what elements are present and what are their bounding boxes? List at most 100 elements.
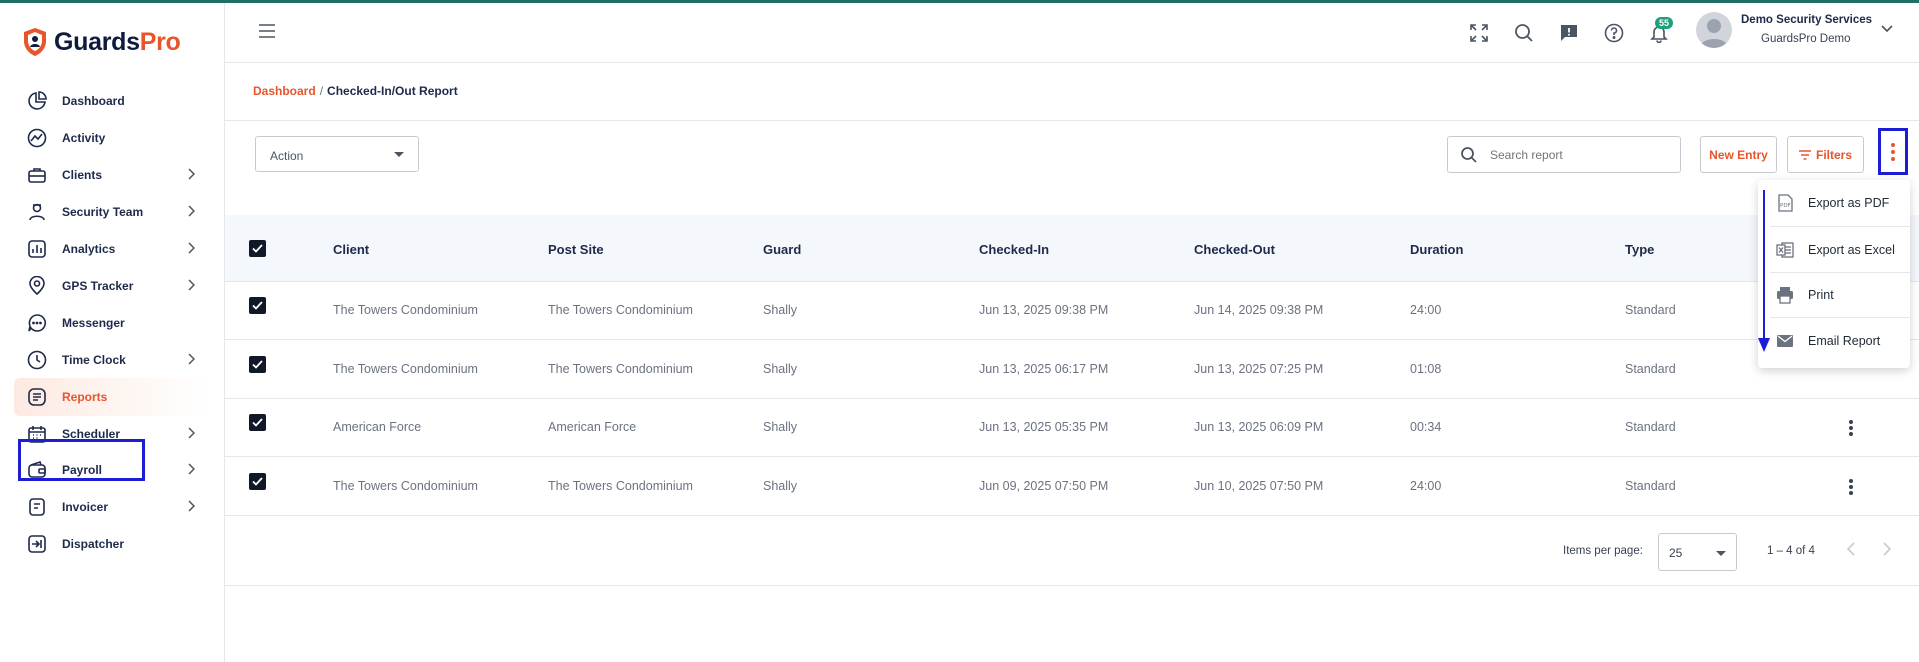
sidebar-item-label: Time Clock [62, 353, 126, 367]
breadcrumb-current: Checked-In/Out Report [327, 84, 458, 98]
sidebar-item-label: Security Team [62, 205, 144, 219]
menu-toggle-icon[interactable] [257, 23, 277, 39]
cell-checked-out: Jun 13, 2025 07:25 PM [1194, 362, 1324, 376]
sidebar-item-label: Analytics [62, 242, 116, 256]
new-entry-button[interactable]: New Entry [1700, 136, 1777, 173]
column-header-checked-in[interactable]: Checked-In [979, 242, 1049, 257]
breadcrumb: Dashboard / Checked-In/Out Report [253, 84, 458, 98]
menu-item-label: Export as PDF [1808, 195, 1890, 210]
cell-checked-out: Jun 13, 2025 06:09 PM [1194, 420, 1324, 434]
user-name[interactable]: Demo Security Services [1741, 14, 1872, 26]
menu-item-print[interactable]: Print [1758, 272, 1910, 317]
search-input[interactable] [1490, 145, 1670, 165]
cell-duration: 24:00 [1410, 303, 1442, 317]
guardspro-logo-icon [24, 28, 46, 56]
column-header-checked-out[interactable]: Checked-Out [1194, 242, 1275, 257]
sidebar-item-security-team[interactable]: Security Team [14, 193, 209, 231]
search-icon[interactable] [1512, 21, 1536, 45]
table-row[interactable]: The Towers Condominium The Towers Condom… [225, 341, 1919, 399]
briefcase-icon [26, 164, 48, 186]
items-per-page-value: 25 [1669, 546, 1683, 560]
chevron-right-icon [188, 500, 195, 512]
menu-item-export-pdf[interactable]: PDF Export as PDF [1758, 180, 1910, 225]
sidebar-item-invoicer[interactable]: Invoicer [14, 488, 209, 526]
menu-item-label: Print [1808, 287, 1834, 302]
cell-post-site: The Towers Condominium [548, 303, 693, 317]
dropdown-caret-icon [1716, 551, 1726, 556]
cell-guard: Shally [763, 303, 798, 317]
filters-button[interactable]: Filters [1787, 136, 1864, 173]
select-all-checkbox[interactable] [249, 240, 266, 257]
chevron-right-icon [188, 279, 195, 291]
search-icon [1461, 147, 1477, 163]
fullscreen-icon[interactable] [1467, 21, 1491, 45]
sidebar-item-dashboard[interactable]: Dashboard [14, 82, 209, 120]
cell-client: The Towers Condominium [333, 362, 478, 376]
app-logo[interactable]: GuardsPro [22, 27, 181, 57]
chat-bubble-icon [26, 312, 48, 334]
action-select[interactable]: Action [255, 136, 419, 172]
sidebar-item-clients[interactable]: Clients [14, 156, 209, 194]
pagination-bar: Items per page: 25 1 – 4 of 4 [225, 516, 1919, 586]
chevron-right-icon [188, 242, 195, 254]
row-actions-button[interactable] [1847, 419, 1855, 437]
next-page-icon[interactable] [1882, 542, 1892, 556]
cell-checked-in: Jun 13, 2025 09:38 PM [979, 303, 1109, 317]
menu-item-email-report[interactable]: Email Report [1758, 318, 1910, 363]
email-icon [1774, 330, 1796, 352]
previous-page-icon[interactable] [1846, 542, 1856, 556]
annotation-arrow-head [1758, 338, 1770, 352]
svg-text:PDF: PDF [1780, 203, 1791, 209]
column-header-post-site[interactable]: Post Site [548, 242, 604, 257]
sidebar-item-label: Reports [62, 390, 108, 404]
printer-icon [1774, 284, 1796, 306]
cell-type: Standard [1625, 362, 1676, 376]
menu-item-label: Export as Excel [1808, 242, 1895, 257]
row-checkbox[interactable] [249, 356, 266, 373]
cell-guard: Shally [763, 362, 798, 376]
more-options-button[interactable] [1878, 128, 1908, 175]
table-header: Client Post Site Guard Checked-In Checke… [225, 215, 1919, 282]
table-row[interactable]: The Towers Condominium The Towers Condom… [225, 458, 1919, 516]
breadcrumb-link-dashboard[interactable]: Dashboard [253, 84, 316, 98]
sidebar-item-label: Messenger [62, 316, 125, 330]
help-icon[interactable] [1602, 21, 1626, 45]
row-checkbox[interactable] [249, 414, 266, 431]
sidebar-item-dispatcher[interactable]: Dispatcher [14, 525, 209, 563]
feedback-icon[interactable] [1557, 21, 1581, 45]
dashboard-icon [26, 90, 48, 112]
export-menu: PDF Export as PDF Export as Excel Print … [1758, 180, 1910, 368]
row-checkbox[interactable] [249, 473, 266, 490]
column-header-client[interactable]: Client [333, 242, 369, 257]
column-header-duration[interactable]: Duration [1410, 242, 1463, 257]
location-pin-icon [26, 275, 48, 297]
sidebar-item-reports[interactable]: Reports [14, 378, 209, 416]
user-avatar[interactable] [1696, 12, 1732, 48]
table-row[interactable]: The Towers Condominium The Towers Condom… [225, 282, 1919, 340]
cell-type: Standard [1625, 420, 1676, 434]
cell-client: The Towers Condominium [333, 303, 478, 317]
more-vertical-icon [1891, 142, 1895, 161]
cell-post-site: American Force [548, 420, 637, 434]
column-header-type[interactable]: Type [1625, 242, 1654, 257]
cell-client: The Towers Condominium [333, 479, 478, 493]
items-per-page-select[interactable]: 25 [1658, 533, 1737, 571]
row-actions-button[interactable] [1847, 478, 1855, 496]
reports-highlight-box [18, 439, 145, 481]
sidebar-item-analytics[interactable]: Analytics [14, 230, 209, 268]
excel-icon [1774, 239, 1796, 261]
invoice-icon [26, 496, 48, 518]
pdf-icon: PDF [1774, 192, 1796, 214]
sidebar-item-messenger[interactable]: Messenger [14, 304, 209, 342]
sidebar-item-time-clock[interactable]: Time Clock [14, 341, 209, 379]
sidebar-item-gps-tracker[interactable]: GPS Tracker [14, 267, 209, 305]
logo-text-guards: Guards [54, 27, 140, 56]
chevron-down-icon[interactable] [1881, 25, 1893, 33]
search-report-field[interactable] [1447, 136, 1681, 173]
annotation-arrow-line [1763, 190, 1765, 340]
table-row[interactable]: American Force American Force Shally Jun… [225, 399, 1919, 457]
row-checkbox[interactable] [249, 297, 266, 314]
sidebar-item-activity[interactable]: Activity [14, 119, 209, 157]
menu-item-export-excel[interactable]: Export as Excel [1758, 227, 1910, 272]
column-header-guard[interactable]: Guard [763, 242, 801, 257]
